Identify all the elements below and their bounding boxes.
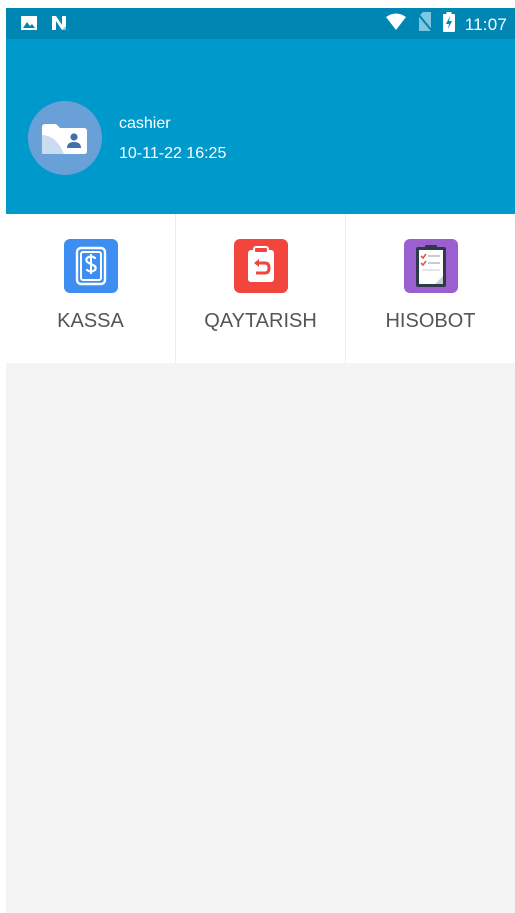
user-avatar[interactable]	[28, 101, 102, 175]
cash-register-icon	[63, 239, 118, 293]
status-time: 11:07	[464, 14, 507, 34]
app-screen: 11:07 cashier 10-11-22 16:25 KASSA QAYTA…	[6, 8, 515, 913]
wifi-icon	[385, 13, 407, 36]
menu-label-qaytarish: QAYTARISH	[204, 310, 317, 332]
content-area	[6, 363, 515, 913]
return-clipboard-icon	[233, 239, 288, 293]
n-notification-icon	[50, 14, 68, 37]
user-folder-icon	[42, 124, 87, 154]
status-bar-right: 11:07	[385, 12, 507, 37]
user-header: cashier 10-11-22 16:25	[6, 39, 515, 214]
menu-item-kassa[interactable]: KASSA	[6, 214, 175, 363]
report-checklist-icon	[403, 239, 458, 293]
battery-charging-icon	[442, 12, 455, 37]
main-menu: KASSA QAYTARISH HISOBOT	[6, 214, 515, 363]
menu-item-hisobot[interactable]: HISOBOT	[345, 214, 515, 363]
menu-label-hisobot: HISOBOT	[385, 310, 476, 332]
datetime-label: 10-11-22 16:25	[119, 145, 227, 162]
image-icon	[20, 15, 38, 36]
menu-label-kassa: KASSA	[57, 310, 124, 332]
status-bar-left	[20, 14, 68, 37]
menu-item-qaytarish[interactable]: QAYTARISH	[175, 214, 345, 363]
status-bar: 11:07	[6, 8, 515, 39]
username-label: cashier	[119, 115, 171, 132]
no-sim-icon	[416, 12, 433, 37]
